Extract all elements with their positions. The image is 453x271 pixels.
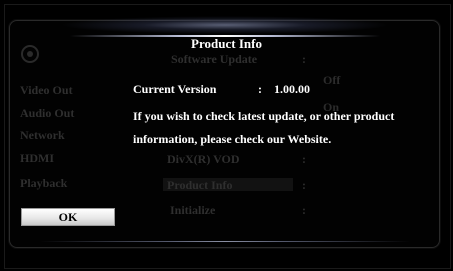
side-item-video-out: Video Out [20,83,73,97]
bottom-divider [40,241,410,242]
side-item-network: Network [20,128,65,142]
current-version-label: Current Version [133,82,217,96]
current-version-value: 1.00.00 [274,82,310,96]
list-item-software-update-value: : [302,52,306,66]
title-glow [60,16,390,34]
info-message-line1: If you wish to check latest update, or o… [133,109,395,123]
list-item-initialize-value: : [302,203,306,217]
list-item-divx-vod: DivX(R) VOD [167,152,240,166]
list-item-divx-vod-value: : [302,152,306,166]
list-item-product-info: Product Info [167,178,233,192]
info-message-line2: information, please check our Website. [133,132,332,146]
current-version-separator: : [258,82,262,96]
dialog-title: Product Info [191,36,262,51]
side-item-playback: Playback [20,176,68,190]
list-item-software-update: Software Update [171,52,258,66]
ok-button[interactable]: OK [21,208,115,226]
list-item-initialize: Initialize [170,203,216,217]
side-item-audio-out: Audio Out [20,106,75,120]
value-off: Off [323,73,341,87]
list-item-product-info-value: : [302,178,306,192]
side-item-hdmi: HDMI [20,151,54,165]
